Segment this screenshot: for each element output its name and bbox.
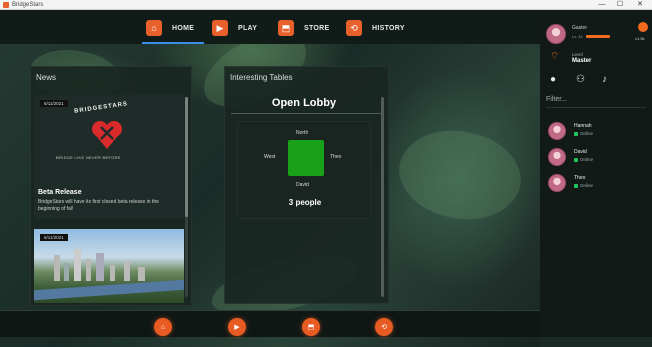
play-icon: ▶ <box>234 324 240 331</box>
home-icon: ⌂ <box>160 323 166 331</box>
user-rank: Lv. 34 <box>572 34 583 39</box>
table-felt <box>288 140 324 176</box>
app-root: ⌂ HOME ▶ PLAY ⬒ STORE ⟲ HISTORY News 6/1… <box>0 10 652 347</box>
online-status-icon <box>574 132 578 136</box>
play-icon: ▶ <box>212 20 228 36</box>
coin-icon <box>638 22 648 32</box>
brand-logo-text: BRIDGESTARS <box>73 101 129 115</box>
nav-history-label: HISTORY <box>372 24 405 32</box>
level-label: Level <box>572 52 583 57</box>
store-icon: ⬒ <box>278 20 294 36</box>
level-value: Master <box>572 58 592 64</box>
sidebar-icon-row: ● ⚇ ♪ <box>540 74 652 90</box>
window-title: BridgeStars <box>12 2 44 8</box>
news-post-body: BridgeStars will have its first closed b… <box>38 199 159 212</box>
friend-name: Theo <box>574 175 586 181</box>
online-status-icon <box>574 158 578 162</box>
friend-avatar <box>548 148 566 166</box>
nav-active-indicator <box>142 42 204 44</box>
friend-status: Online <box>580 131 594 136</box>
friend-status: Online <box>580 183 594 188</box>
bridgestars-logo-icon <box>92 121 122 149</box>
seat-south[interactable]: David <box>296 182 309 188</box>
tables-panel: Interesting Tables Open Lobby North West… <box>224 66 389 304</box>
dock-history-button[interactable]: ⟲ <box>375 318 393 336</box>
dock-home-button[interactable]: ⌂ <box>154 318 172 336</box>
news-title: News <box>36 73 57 82</box>
user-name: Gaster <box>572 25 588 31</box>
friends-sidebar: Gaster Lv. 34 x1.5k ⌔ Level Master ● ⚇ ♪… <box>540 10 652 337</box>
history-icon: ⟲ <box>346 20 362 36</box>
nav-store[interactable]: ⬒ STORE <box>278 18 330 38</box>
friend-list-item[interactable]: Theo Online <box>540 172 652 196</box>
profile-icon[interactable]: ● <box>550 74 556 85</box>
brand-tagline: BRIDGE LIKE NEVER BEFORE <box>56 155 121 160</box>
app-icon <box>3 2 9 8</box>
divider <box>231 113 381 114</box>
tables-title: Interesting Tables <box>230 73 293 82</box>
tables-scrollbar[interactable] <box>381 97 384 297</box>
seat-east[interactable]: Theo <box>330 154 341 160</box>
nav-play[interactable]: ▶ PLAY <box>212 18 257 38</box>
nav-history[interactable]: ⟲ HISTORY <box>346 18 405 38</box>
friend-list-item[interactable]: Hannah Online <box>540 120 652 144</box>
news-post-headline: Beta Release <box>38 189 82 196</box>
nav-play-label: PLAY <box>238 24 258 32</box>
online-status-icon <box>574 184 578 188</box>
friend-name: Hannah <box>574 123 592 129</box>
window-titlebar: BridgeStars — ☐ ✕ <box>0 0 652 10</box>
news-panel: News 6/11/2021 BRIDGESTARS BRIDGE LIKE N… <box>30 66 192 306</box>
coin-value: x1.5k <box>635 36 645 41</box>
nav-home[interactable]: ⌂ HOME <box>146 18 194 38</box>
seat-west[interactable]: West <box>264 154 275 160</box>
dock-store-button[interactable]: ⬒ <box>302 318 320 336</box>
friend-avatar <box>548 122 566 140</box>
friend-name: David <box>574 149 587 155</box>
friend-status: Online <box>580 157 594 162</box>
lobby-title: Open Lobby <box>271 97 337 109</box>
nav-home-label: HOME <box>172 24 195 32</box>
lobby-table-card[interactable]: North West Theo David 3 people <box>237 121 371 219</box>
close-button[interactable]: ✕ <box>634 0 646 10</box>
news-scroll-thumb[interactable] <box>185 97 188 217</box>
store-icon: ⬒ <box>307 324 315 331</box>
friend-avatar <box>548 174 566 192</box>
people-count: 3 people <box>288 198 322 207</box>
home-icon: ⌂ <box>146 20 162 36</box>
user-avatar[interactable] <box>546 24 566 44</box>
friend-filter-input[interactable]: Filter... <box>546 96 646 108</box>
news-post-city-image[interactable]: 6/11/2021 <box>34 229 184 303</box>
xp-progress-bar <box>586 35 610 38</box>
dock-play-button[interactable]: ▶ <box>228 318 246 336</box>
news-date-chip: 6/11/2021 <box>40 100 68 107</box>
seat-north[interactable]: North <box>296 130 308 136</box>
bottom-dock: ⌂ ▶ ⬒ ⟲ <box>0 310 540 337</box>
maximize-button[interactable]: ☐ <box>614 0 626 10</box>
nav-store-label: STORE <box>304 24 330 32</box>
bell-icon[interactable]: ♪ <box>602 74 607 85</box>
news-date-chip-2: 6/11/2021 <box>40 234 68 241</box>
signal-icon: ⌔ <box>550 51 560 62</box>
friend-list-item[interactable]: David Online <box>540 146 652 170</box>
add-friend-icon[interactable]: ⚇ <box>576 74 585 85</box>
history-icon: ⟲ <box>381 324 387 331</box>
top-nav: ⌂ HOME ▶ PLAY ⬒ STORE ⟲ HISTORY <box>0 10 540 44</box>
minimize-button[interactable]: — <box>596 0 608 10</box>
